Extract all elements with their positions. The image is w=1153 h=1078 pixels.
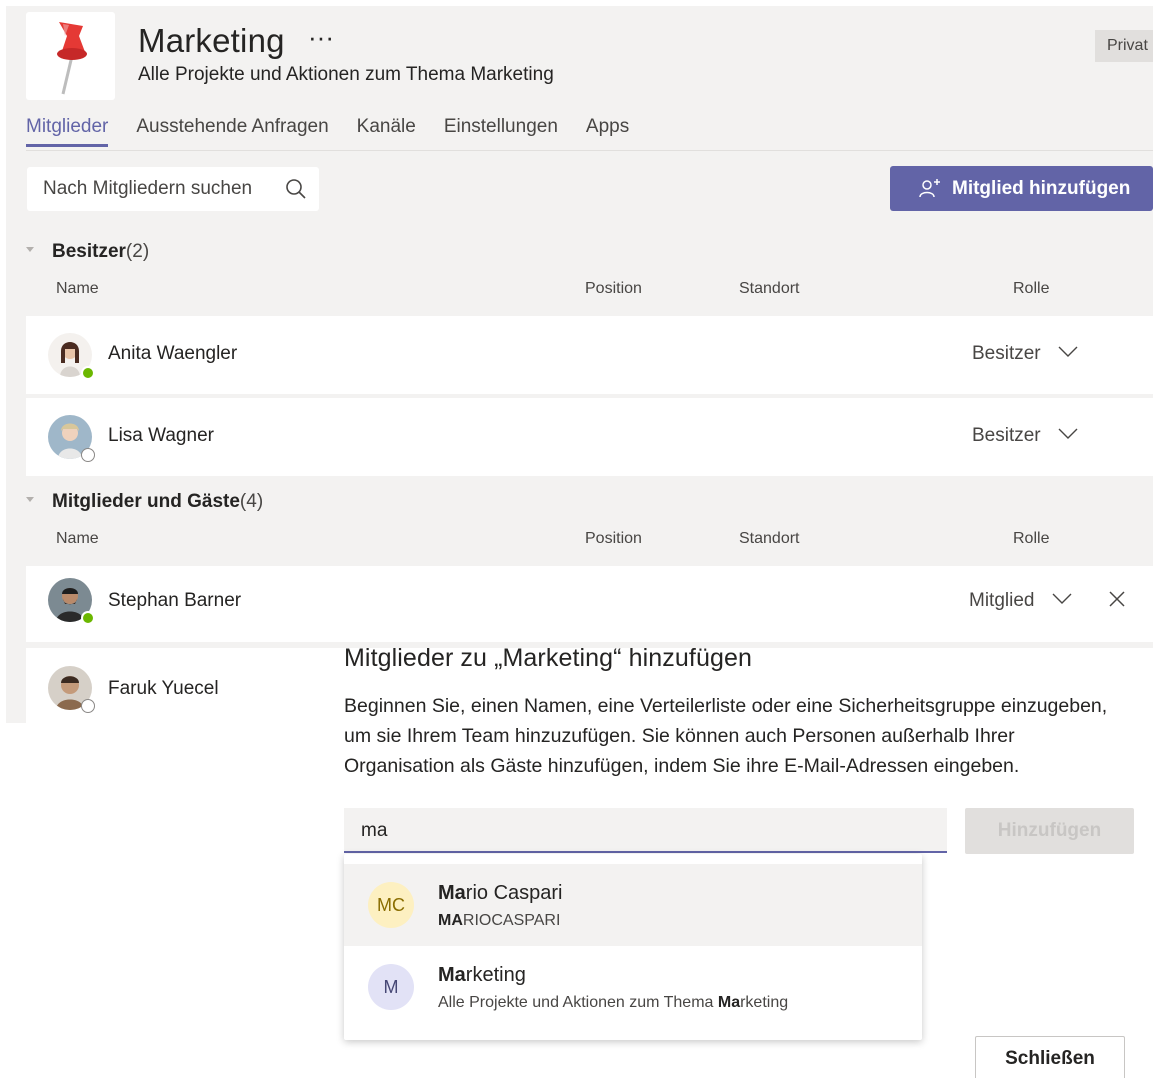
suggestion-dropdown: MC Mario Caspari MARIOCASPARI M Marketin… [344, 854, 922, 1040]
team-title: Marketing [138, 22, 285, 59]
role-dropdown[interactable]: Mitglied [969, 590, 1072, 612]
tab-settings[interactable]: Einstellungen [444, 116, 558, 147]
section-title: Besitzer [52, 241, 126, 262]
status-available-icon [81, 611, 95, 625]
tab-members[interactable]: Mitglieder [26, 116, 109, 147]
add-member-button[interactable]: Mitglied hinzufügen [890, 166, 1153, 211]
add-person-icon [919, 178, 940, 197]
pushpin-icon [56, 22, 87, 95]
role-dropdown[interactable]: Besitzer [972, 425, 1078, 447]
tab-pending-requests[interactable]: Ausstehende Anfragen [136, 116, 328, 147]
chevron-down-icon [1058, 346, 1078, 357]
section-count: (4) [239, 491, 264, 512]
role-dropdown[interactable]: Besitzer [972, 343, 1078, 365]
search-placeholder: Nach Mitgliedern suchen [43, 178, 253, 199]
role-label: Besitzer [972, 425, 1041, 446]
column-location: Standort [739, 530, 800, 547]
member-row[interactable]: Lisa Wagner Besitzer [26, 398, 1153, 476]
suggestion-item[interactable]: MC Mario Caspari MARIOCASPARI [344, 864, 922, 946]
suggestion-subtitle: Alle Projekte und Aktionen zum Thema Mar… [438, 994, 789, 1011]
member-name: Faruk Yuecel [108, 678, 219, 699]
status-offline-icon [81, 448, 95, 462]
column-role: Rolle [1013, 280, 1050, 297]
status-offline-icon [81, 699, 95, 713]
suggestion-subtitle: MARIOCASPARI [438, 912, 561, 929]
tab-apps[interactable]: Apps [586, 116, 629, 147]
suggestion-name: Mario Caspari [438, 882, 563, 904]
privacy-badge: Privat [1095, 30, 1153, 62]
column-name: Name [56, 530, 99, 547]
close-button[interactable]: Schließen [975, 1036, 1125, 1078]
add-member-input[interactable]: ma [344, 808, 947, 853]
role-label: Besitzer [972, 343, 1041, 364]
member-row[interactable]: Anita Waengler Besitzer [26, 316, 1153, 394]
column-location: Standort [739, 280, 800, 297]
member-name: Anita Waengler [108, 343, 238, 364]
column-name: Name [56, 280, 99, 297]
remove-member-icon[interactable] [1108, 590, 1126, 608]
dialog-description: Beginnen Sie, einen Namen, eine Verteile… [344, 695, 1108, 777]
tab-divider [26, 150, 1153, 151]
dialog-title: Mitglieder zu „Marketing“ hinzufügen [344, 644, 752, 672]
member-name: Lisa Wagner [108, 425, 214, 446]
member-row[interactable]: Stephan Barner Mitglied [26, 566, 1153, 642]
collapse-caret-icon [26, 497, 34, 503]
role-label: Mitglied [969, 590, 1035, 611]
member-search-input[interactable]: Nach Mitgliedern suchen [27, 167, 319, 211]
column-role: Rolle [1013, 530, 1050, 547]
column-position: Position [585, 280, 642, 297]
chevron-down-icon [1052, 593, 1072, 604]
add-button-disabled[interactable]: Hinzufügen [965, 808, 1134, 854]
suggestion-name: Marketing [438, 964, 526, 986]
initials-avatar: M [368, 964, 414, 1010]
initials-avatar: MC [368, 882, 414, 928]
members-section-header[interactable]: Mitglieder und Gäste(4) [26, 491, 263, 513]
column-position: Position [585, 530, 642, 547]
team-description: Alle Projekte und Aktionen zum Thema Mar… [138, 64, 554, 85]
chevron-down-icon [1058, 428, 1078, 439]
more-options-button[interactable]: ··· [308, 22, 334, 53]
add-member-label: Mitglied hinzufügen [952, 177, 1131, 199]
team-logo [26, 12, 115, 100]
collapse-caret-icon [26, 247, 34, 253]
section-title: Mitglieder und Gäste [52, 491, 240, 512]
member-name: Stephan Barner [108, 590, 242, 611]
status-available-icon [81, 366, 95, 380]
section-count: (2) [125, 241, 150, 262]
suggestion-item[interactable]: M Marketing Alle Projekte und Aktionen z… [344, 946, 922, 1028]
tab-bar: Mitglieder Ausstehende Anfragen Kanäle E… [26, 116, 657, 147]
search-icon [286, 179, 306, 199]
owners-section-header[interactable]: Besitzer(2) [26, 241, 149, 263]
tab-channels[interactable]: Kanäle [357, 116, 416, 147]
